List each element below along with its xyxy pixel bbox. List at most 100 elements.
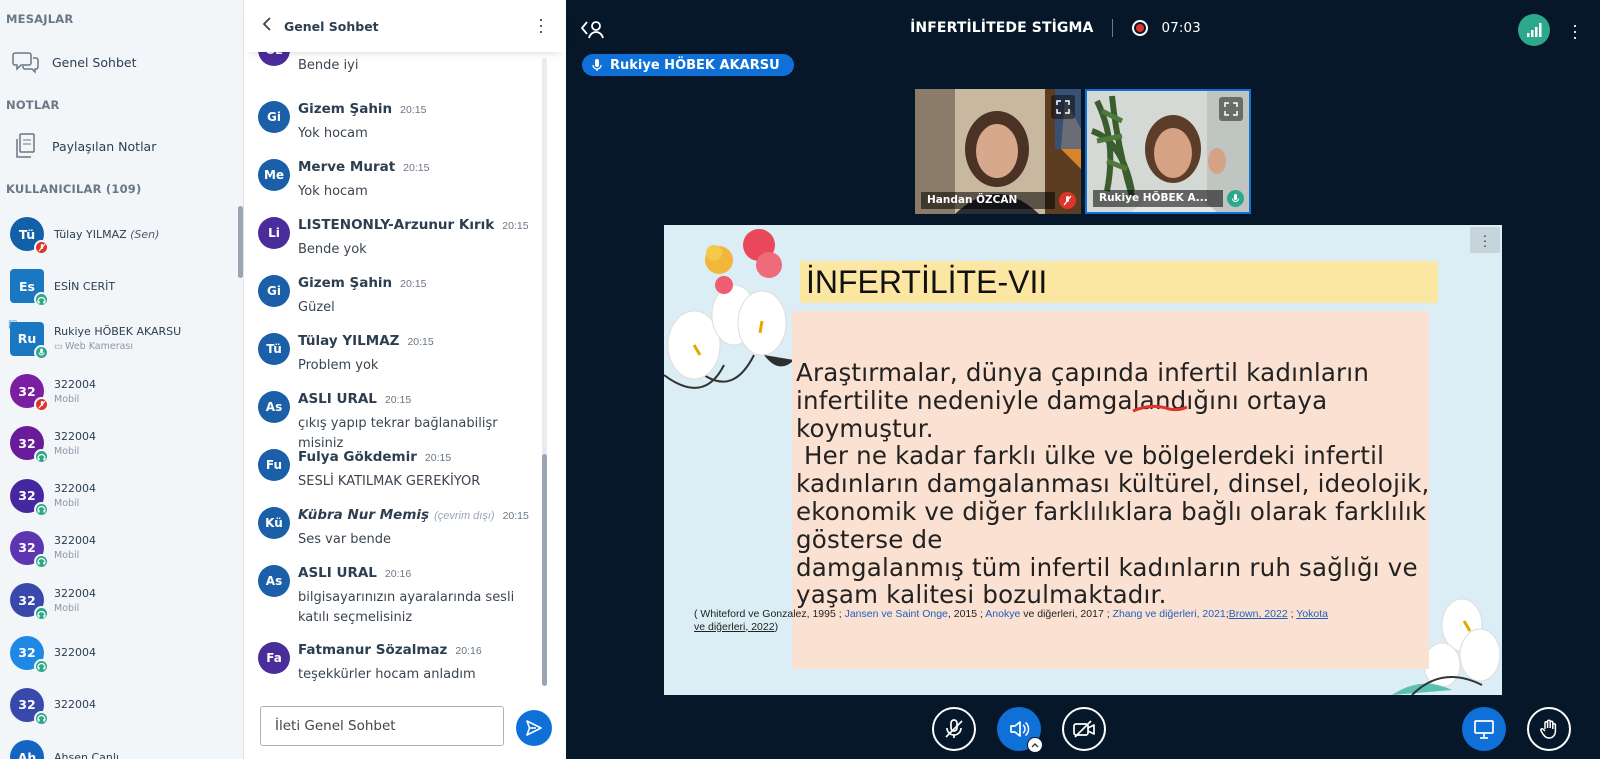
- user-list-item[interactable]: Es ESİN CERİT: [0, 260, 236, 312]
- slide-text-line: gösterse de: [796, 524, 943, 554]
- chat-header: Genel Sohbet · · ·: [244, 0, 566, 52]
- citation-text: ;: [1287, 608, 1297, 620]
- avatar: Me: [258, 159, 290, 191]
- user-info: Rukiye HÖBEK AKARSU ▭ Web Kamerası: [54, 325, 181, 352]
- slide-text-line: kadınların damgalanması kültürel, dinsel…: [796, 469, 1430, 499]
- muted-mic-icon: [34, 397, 49, 413]
- slide-text-line: Her ne kadar farklı ülke ve bölgelerdeki…: [796, 441, 1385, 471]
- sender-name: Merve Murat: [298, 159, 396, 175]
- fullscreen-icon[interactable]: [1219, 97, 1243, 121]
- shared-notes-label: Paylaşılan Notlar: [52, 138, 157, 154]
- user-name-text: ESİN CERİT: [54, 279, 116, 293]
- user-list-item[interactable]: Tü Tülay YILMAZ (Sen): [0, 208, 236, 260]
- user-device-text: Mobil: [54, 602, 80, 614]
- message-time: 20:15: [502, 510, 529, 522]
- connection-status-button[interactable]: [1518, 14, 1550, 46]
- fullscreen-icon[interactable]: [1051, 95, 1075, 119]
- talking-user-name: Rukiye HÖBEK AKARSU: [610, 57, 780, 73]
- user-list-item[interactable]: ▣Ru Rukiye HÖBEK AKARSU ▭Web Kamerası: [0, 313, 236, 365]
- user-list-item[interactable]: 32 322004 Mobil: [0, 417, 236, 469]
- recording-icon[interactable]: [1132, 20, 1149, 36]
- webcam-icon: ▭: [54, 341, 63, 353]
- messages-section-title: MESAJLAR: [6, 12, 74, 26]
- avatar: Fu: [258, 449, 290, 481]
- user-list-item[interactable]: Ah Ahsen Canlı: [0, 731, 236, 759]
- slide-text-line: koymuştur.: [796, 413, 934, 443]
- user-list-scrollbar[interactable]: [238, 206, 243, 278]
- sender-name: Fulya Gökdemir: [298, 449, 417, 465]
- citation-link[interactable]: Yokota: [1296, 608, 1328, 620]
- send-button[interactable]: [516, 710, 552, 746]
- notes-section-title: NOTLAR: [6, 98, 60, 112]
- chevron-up-icon[interactable]: [1027, 737, 1043, 753]
- user-panel: MESAJLAR Genel Sohbet NOTLAR Paylaşılan …: [0, 0, 244, 759]
- chat-message: Gi Gizem Şahin 20:15 Yok hocam: [258, 101, 544, 144]
- chat-message-input[interactable]: İleti Genel Sohbet: [260, 706, 504, 746]
- shared-notes-link[interactable]: Paylaşılan Notlar: [0, 126, 236, 166]
- user-name: Rukiye HÖBEK AKARSU: [54, 325, 181, 338]
- user-device: Mobil: [54, 498, 96, 509]
- user-device-text: Mobil: [54, 498, 80, 510]
- webcam-video-2[interactable]: Rukiye HÖBEK A...: [1085, 89, 1251, 214]
- message-text: bilgisayarınızın ayaralarında sesli katı…: [298, 590, 515, 625]
- citation-link[interactable]: Zhang ve diğerleri, 2021: [1113, 608, 1226, 620]
- audio-button[interactable]: [997, 707, 1043, 753]
- avatar: Fa: [258, 642, 290, 674]
- self-indicator: (Sen): [130, 227, 160, 241]
- webcam-button[interactable]: [1062, 707, 1106, 751]
- message-text: Bende yok: [298, 242, 367, 257]
- user-name-text: 322004: [54, 586, 96, 600]
- talking-indicator[interactable]: Rukiye HÖBEK AKARSU: [582, 54, 794, 76]
- user-list-item[interactable]: 32 322004 Mobil: [0, 469, 236, 521]
- citation-link[interactable]: Anokye: [985, 608, 1020, 620]
- headphones-icon: [34, 710, 49, 726]
- user-info: 322004 Mobil: [54, 378, 96, 405]
- sender-name: Gizem Şahin: [298, 101, 393, 117]
- user-name: 322004: [54, 534, 96, 547]
- user-name: 322004: [54, 646, 96, 659]
- user-list-item[interactable]: 32 322004: [0, 626, 236, 678]
- back-chevron-icon[interactable]: [262, 16, 272, 37]
- main-options-icon[interactable]: · · ·: [1572, 16, 1578, 46]
- user-list-item[interactable]: 32 322004 Mobil: [0, 522, 236, 574]
- webcam-video-1[interactable]: Handan ÖZCAN: [915, 89, 1081, 214]
- avatar: 32: [10, 478, 49, 517]
- avatar-initials: 32: [18, 697, 36, 713]
- citation-link[interactable]: Jansen ve Saint Onge: [845, 608, 948, 620]
- message-text: Bende iyi: [298, 58, 359, 73]
- user-name-text: Rukiye HÖBEK AKARSU: [54, 325, 182, 339]
- chat-message: Me Merve Murat 20:15 Yok hocam: [258, 159, 544, 202]
- mute-button[interactable]: [932, 707, 976, 751]
- message-time: 20:15: [407, 336, 434, 348]
- avatar: 32: [10, 583, 49, 622]
- chat-scrollbar[interactable]: [542, 58, 547, 686]
- slide-options-icon[interactable]: · · ·: [1470, 227, 1500, 253]
- user-list-item[interactable]: 32 322004 Mobil: [0, 574, 236, 626]
- chat-scroll-thumb[interactable]: [542, 454, 547, 686]
- chat-options-icon[interactable]: · · ·: [538, 10, 544, 40]
- video-user-name[interactable]: Handan ÖZCAN: [921, 192, 1055, 209]
- user-list-item[interactable]: 32 322004 Mobil: [0, 365, 236, 417]
- microphone-off-icon: [945, 719, 963, 738]
- signal-bars-icon: [1527, 23, 1542, 37]
- video-user-name[interactable]: Rukiye HÖBEK A...: [1093, 190, 1223, 207]
- raise-hand-button[interactable]: [1527, 707, 1571, 751]
- avatar: Ah: [10, 740, 44, 759]
- message-meta: Merve Murat 20:15: [298, 159, 544, 175]
- offline-label: (çevrim dışı): [434, 510, 495, 522]
- user-info: Tülay YILMAZ (Sen): [54, 228, 159, 241]
- sender-name: LISTENONLY-Arzunur Kırık: [298, 217, 495, 233]
- user-name-text: 322004: [54, 646, 96, 660]
- camera-off-icon: [1073, 720, 1095, 738]
- public-chat-link[interactable]: Genel Sohbet: [0, 42, 236, 82]
- user-name-text: Tülay YILMAZ: [54, 227, 127, 241]
- user-device: ▭ Web Kamerası: [54, 341, 181, 352]
- headphones-icon: [34, 606, 49, 622]
- user-list-item[interactable]: 32 322004: [0, 679, 236, 731]
- citation-text: ): [774, 620, 779, 633]
- citation-link[interactable]: Brown, 2022: [1229, 608, 1288, 620]
- users-section-title: KULLANICILAR (109): [6, 182, 142, 196]
- presentation-button[interactable]: [1462, 707, 1506, 751]
- message-meta: ASLI URAL 20:15: [298, 391, 544, 407]
- chat-title: Genel Sohbet: [284, 18, 379, 34]
